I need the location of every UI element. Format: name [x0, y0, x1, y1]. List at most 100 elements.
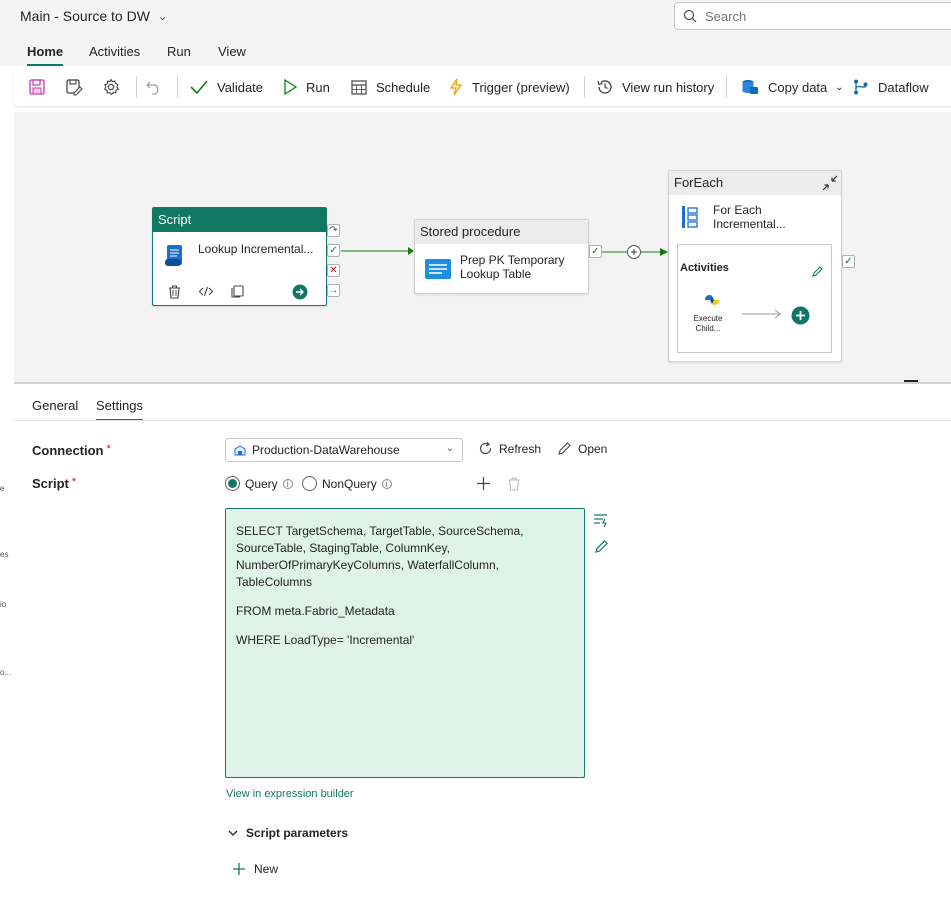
new-parameter-button[interactable]: New [232, 862, 278, 876]
play-icon [284, 78, 298, 96]
refresh-label: Refresh [499, 441, 542, 456]
resize-grip[interactable] [904, 380, 918, 382]
view-run-history-label: View run history [622, 79, 715, 95]
refresh-button[interactable]: Refresh [478, 441, 541, 456]
dataflow-button[interactable]: Dataflow [852, 75, 929, 99]
success-port-icon[interactable]: ✓ [842, 255, 855, 268]
script-node-header: Script [153, 208, 326, 232]
script-label: Script * [32, 476, 77, 491]
copy-data-label: Copy data [768, 79, 828, 95]
sql-line: FROM meta.Fabric_Metadata [236, 604, 395, 618]
schedule-label: Schedule [376, 79, 431, 95]
sql-line: SELECT TargetSchema, TargetTable, Source… [236, 524, 524, 589]
undo-button[interactable] [145, 75, 163, 99]
database-copy-icon [742, 80, 758, 94]
radio-query-label: Query [245, 476, 278, 491]
stored-procedure-activity-node[interactable]: Stored procedure Prep PK Temporary Looku… [414, 219, 589, 294]
toolbar-divider [584, 76, 585, 98]
skip-port-icon[interactable]: ↷ [327, 224, 340, 237]
script-parameters-toggle[interactable]: Script parameters [228, 826, 348, 840]
search-input[interactable] [705, 8, 905, 24]
info-icon[interactable]: i [282, 478, 293, 489]
failure-port-icon[interactable]: ✕ [327, 264, 340, 277]
validate-button[interactable]: Validate [189, 75, 263, 99]
chevron-down-icon: ⌄ [835, 81, 844, 93]
execute-child-line1: Execute [693, 314, 723, 323]
chevron-down-icon: ⌄ [157, 10, 168, 23]
radio-query[interactable]: Query i [225, 476, 293, 491]
toolbar: Validate Run Schedule Trigger (preview) … [14, 68, 951, 106]
success-port-icon[interactable]: ✓ [589, 245, 602, 258]
schedule-button[interactable]: Schedule [350, 75, 430, 99]
trigger-label: Trigger (preview) [472, 79, 570, 95]
connection-select[interactable]: Production-DataWarehouse ⌄ [225, 438, 463, 462]
panel-divider[interactable] [14, 382, 951, 384]
edit-pencil-icon[interactable] [811, 265, 824, 278]
stored-procedure-output-ports: ✓ [589, 245, 602, 258]
search-box[interactable] [674, 2, 951, 30]
tab-run[interactable]: Run [167, 44, 191, 59]
warehouse-icon [234, 445, 246, 456]
chevron-down-icon: ⌄ [445, 443, 454, 454]
foreach-node-header: ForEach [669, 171, 841, 195]
foreach-name-line2: Incremental... [713, 217, 786, 231]
format-text-icon[interactable] [593, 512, 609, 528]
gear-icon [103, 78, 120, 96]
save-as-button[interactable] [65, 75, 83, 99]
radio-nonquery[interactable]: NonQuery i [302, 476, 392, 491]
execute-child-line2: Child... [695, 324, 721, 333]
trigger-button[interactable]: Trigger (preview) [448, 75, 570, 99]
run-button[interactable]: Run [282, 75, 330, 99]
sql-line: WHERE LoadType= 'Incremental' [236, 633, 415, 647]
run-label: Run [306, 79, 330, 95]
foreach-output-ports: ✓ [842, 255, 855, 268]
view-expression-builder-link[interactable]: View in expression builder [226, 788, 354, 800]
edit-pencil-icon [558, 442, 571, 455]
toolbar-divider [726, 76, 727, 98]
completion-port-icon[interactable]: → [327, 284, 340, 297]
arrow-right-circle-icon[interactable] [292, 284, 308, 300]
success-port-icon[interactable]: ✓ [327, 244, 340, 257]
pipeline-title-dropdown[interactable]: Main - Source to DW ⌄ [20, 8, 167, 24]
foreach-node-title: ForEach [674, 175, 724, 190]
open-button[interactable]: Open [557, 441, 607, 456]
copy-icon[interactable] [230, 284, 245, 299]
add-icon [233, 863, 245, 875]
code-icon[interactable] [198, 284, 214, 299]
add-activity-icon[interactable] [791, 306, 810, 325]
foreach-name-line1: For Each [713, 203, 762, 217]
history-icon [597, 80, 612, 94]
foreach-activity-node[interactable]: ForEach For Each Incremental... Activiti… [668, 170, 842, 362]
copy-data-button[interactable]: Copy data ⌄ [740, 75, 844, 99]
validate-label: Validate [217, 79, 264, 95]
tab-general[interactable]: General [32, 398, 78, 413]
collapse-icon[interactable] [822, 175, 838, 191]
add-icon[interactable] [476, 476, 491, 491]
checkmark-icon [190, 80, 208, 95]
radio-circle [302, 476, 317, 491]
settings-button[interactable] [102, 75, 120, 99]
left-fragment: e [0, 484, 5, 493]
undo-icon [146, 81, 159, 95]
sql-script-editor[interactable]: SELECT TargetSchema, TargetTable, Source… [225, 508, 585, 778]
stored-procedure-node-header: Stored procedure [415, 220, 588, 244]
pipeline-canvas[interactable]: Script Lookup Incremental... ↷ ✓ ✕ → Sto… [14, 112, 951, 382]
menu-tabs: Home Activities Run View [0, 36, 951, 66]
save-icon [29, 79, 45, 95]
delete-icon[interactable] [507, 476, 521, 491]
script-parameters-label: Script parameters [246, 826, 349, 840]
edit-pencil-icon[interactable] [594, 539, 609, 554]
foreach-activities-container[interactable]: Activities Execute Child... [677, 244, 832, 353]
tab-settings[interactable]: Settings [96, 398, 143, 421]
tab-view[interactable]: View [218, 44, 246, 59]
tab-home[interactable]: Home [27, 44, 64, 66]
arrow-connector [742, 309, 781, 319]
script-activity-node[interactable]: Script Lookup Incremental... [152, 207, 327, 306]
view-run-history-button[interactable]: View run history [596, 75, 714, 99]
execute-pipeline-icon [705, 295, 719, 305]
save-button[interactable] [28, 75, 46, 99]
tab-activities[interactable]: Activities [89, 44, 140, 59]
search-icon [683, 9, 697, 23]
info-icon[interactable]: i [381, 478, 392, 489]
delete-icon[interactable] [167, 284, 182, 299]
